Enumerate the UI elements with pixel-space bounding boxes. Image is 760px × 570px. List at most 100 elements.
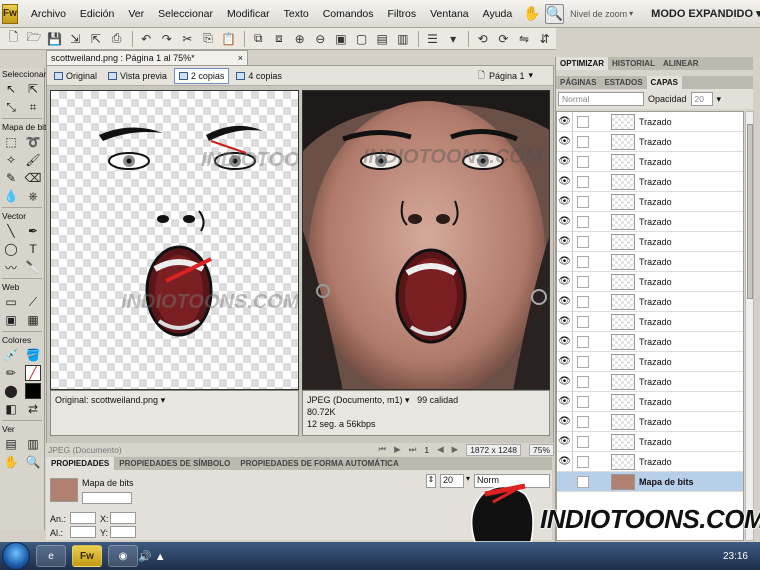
layer-row[interactable]: 👁 Trazado — [557, 291, 743, 312]
lock-toggle[interactable] — [577, 275, 589, 288]
document-tab[interactable]: scottweiland.png : Página 1 al 75%* × — [46, 50, 248, 65]
lock-toggle[interactable] — [577, 435, 589, 448]
visibility-eye-icon[interactable]: 👁 — [557, 231, 573, 252]
ungroup-icon[interactable]: ⧈ — [270, 30, 289, 48]
fill-color-swatch[interactable] — [25, 383, 41, 399]
document-tab-close-icon[interactable]: × — [238, 53, 243, 63]
lock-toggle[interactable] — [577, 115, 589, 128]
align-icon[interactable]: ☰ — [423, 30, 442, 48]
flip-horizontal-icon[interactable]: ⇋ — [515, 30, 534, 48]
prev-frame-icon[interactable]: ◀ — [437, 444, 444, 455]
layer-row[interactable]: 👁 Trazado — [557, 451, 743, 472]
view-4up-button[interactable]: 4 copias — [232, 69, 286, 83]
layer-row[interactable]: 👁 Trazado — [557, 191, 743, 212]
pen-tool-icon[interactable]: ✒ — [25, 223, 41, 239]
canvas-size[interactable]: 1872 x 1248 — [466, 443, 521, 456]
align-menu-icon[interactable]: ▾ — [444, 30, 463, 48]
layer-row[interactable]: 👁 Trazado — [557, 271, 743, 292]
visibility-eye-icon[interactable]: 👁 — [557, 171, 573, 192]
scale-tool-icon[interactable]: ⤡ — [3, 99, 19, 115]
fill-color-icon[interactable]: ⬤ — [3, 383, 19, 399]
stroke-color-swatch[interactable]: ╱ — [25, 365, 41, 381]
save-icon[interactable]: 💾 — [45, 30, 64, 48]
lock-toggle[interactable] — [577, 375, 589, 388]
lock-toggle[interactable] — [577, 195, 589, 208]
new-file-icon[interactable]: 🗋 — [4, 30, 23, 48]
slice-tool-icon[interactable]: ⟋ — [25, 294, 41, 310]
eyedropper-tool-icon[interactable]: 💉 — [3, 347, 19, 363]
layer-row[interactable]: 👁 Trazado — [557, 231, 743, 252]
visibility-eye-icon[interactable]: 👁 — [557, 391, 573, 412]
flip-vertical-icon[interactable]: ⇵ — [535, 30, 554, 48]
lock-toggle[interactable] — [577, 335, 589, 348]
arrange-icon[interactable]: ▤ — [373, 30, 392, 48]
text-tool-icon[interactable]: T — [25, 241, 41, 257]
stroke-color-icon[interactable]: ✏ — [3, 365, 19, 381]
taskbar-chrome-icon[interactable]: ◉ — [108, 545, 138, 567]
tab-properties[interactable]: PROPIEDADES — [46, 457, 115, 470]
layers-scrollbar[interactable] — [745, 111, 754, 541]
pointer-tool-icon[interactable]: ↖ — [3, 81, 19, 97]
brush-tool-icon[interactable]: 🖌 — [25, 152, 41, 168]
visibility-eye-icon[interactable]: 👁 — [557, 431, 573, 452]
original-preview-pane[interactable]: INDIOTOONS.COM INDIOTOONS.COM — [50, 90, 299, 390]
send-back-icon[interactable]: ▢ — [352, 30, 371, 48]
zoom-tool-icon[interactable]: 🔍 — [544, 3, 565, 24]
menu-ventana[interactable]: Ventana — [423, 0, 476, 28]
x-input[interactable] — [110, 512, 136, 524]
lock-toggle[interactable] — [577, 175, 589, 188]
distribute-icon[interactable]: ▥ — [394, 30, 413, 48]
menu-ayuda[interactable]: Ayuda — [476, 0, 520, 28]
visibility-eye-icon[interactable]: 👁 — [557, 371, 573, 392]
opacity-spin-icon[interactable]: ⇕ — [426, 474, 436, 488]
layer-row[interactable]: 👁 Trazado — [557, 331, 743, 352]
visibility-eye-icon[interactable]: 👁 — [557, 112, 573, 132]
lock-toggle[interactable] — [577, 255, 589, 268]
split-icon[interactable]: ⊖ — [311, 30, 330, 48]
lasso-tool-icon[interactable]: ➰ — [25, 134, 41, 150]
swap-colors-icon[interactable]: ⇄ — [25, 401, 41, 417]
hand-tool-icon[interactable]: ✋ — [3, 454, 19, 470]
hide-slices-icon[interactable]: ▣ — [3, 312, 19, 328]
visibility-eye-icon[interactable]: 👁 — [557, 291, 573, 312]
tab-optimize[interactable]: OPTIMIZAR — [556, 57, 608, 70]
lock-toggle[interactable] — [577, 155, 589, 168]
tab-pages[interactable]: PÁGINAS — [556, 78, 600, 87]
tab-layers[interactable]: CAPAS — [646, 76, 682, 89]
cut-icon[interactable]: ✂ — [178, 30, 197, 48]
screen-mode-full-icon[interactable]: ▥ — [25, 436, 41, 452]
last-frame-icon[interactable]: ⏭ — [409, 444, 417, 455]
width-input[interactable] — [70, 512, 96, 524]
layer-row[interactable]: 👁 Trazado — [557, 251, 743, 272]
layer-row[interactable]: 👁 Trazado — [557, 431, 743, 452]
menu-modificar[interactable]: Modificar — [220, 0, 277, 28]
visibility-eye-icon[interactable]: 👁 — [557, 191, 573, 212]
copy-icon[interactable]: ⎘ — [199, 30, 218, 48]
layer-row[interactable]: 👁 Trazado — [557, 131, 743, 152]
lock-toggle[interactable] — [577, 295, 589, 308]
join-icon[interactable]: ⊕ — [290, 30, 309, 48]
jpeg-format-select[interactable]: JPEG (Documento, m1) — [307, 395, 403, 405]
menu-ver[interactable]: Ver — [121, 0, 151, 28]
crop-tool-icon[interactable]: ⌗ — [25, 99, 41, 115]
open-file-icon[interactable]: 🗁 — [25, 30, 44, 48]
zoom-level-arrow-icon[interactable]: ▾ — [629, 9, 633, 18]
undo-icon[interactable]: ↶ — [137, 30, 156, 48]
redo-icon[interactable]: ↷ — [157, 30, 176, 48]
zoom-level-select[interactable]: Nivel de zoom — [570, 9, 627, 19]
opacity-dropdown-chevron-icon[interactable]: ▾ — [717, 94, 722, 105]
y-input[interactable] — [110, 526, 136, 538]
layer-row[interactable]: 👁 Trazado — [557, 411, 743, 432]
rotate-right-icon[interactable]: ⟳ — [494, 30, 513, 48]
lock-toggle[interactable] — [577, 395, 589, 408]
system-tray-icons[interactable]: 🔊 ▲ — [138, 550, 166, 563]
height-input[interactable] — [70, 526, 96, 538]
ellipse-tool-icon[interactable]: ◯ — [3, 241, 19, 257]
page-selector[interactable]: 🗋 Página 1 ▾ — [478, 68, 533, 84]
zoom-select[interactable]: 75% — [528, 443, 554, 456]
jpeg-format-chevron-icon[interactable]: ▾ — [405, 395, 410, 405]
tab-autoshape-properties[interactable]: PROPIEDADES DE FORMA AUTOMÁTICA — [235, 459, 403, 468]
visibility-eye-icon[interactable]: 👁 — [557, 351, 573, 372]
menu-seleccionar[interactable]: Seleccionar — [151, 0, 220, 28]
menu-texto[interactable]: Texto — [277, 0, 316, 28]
